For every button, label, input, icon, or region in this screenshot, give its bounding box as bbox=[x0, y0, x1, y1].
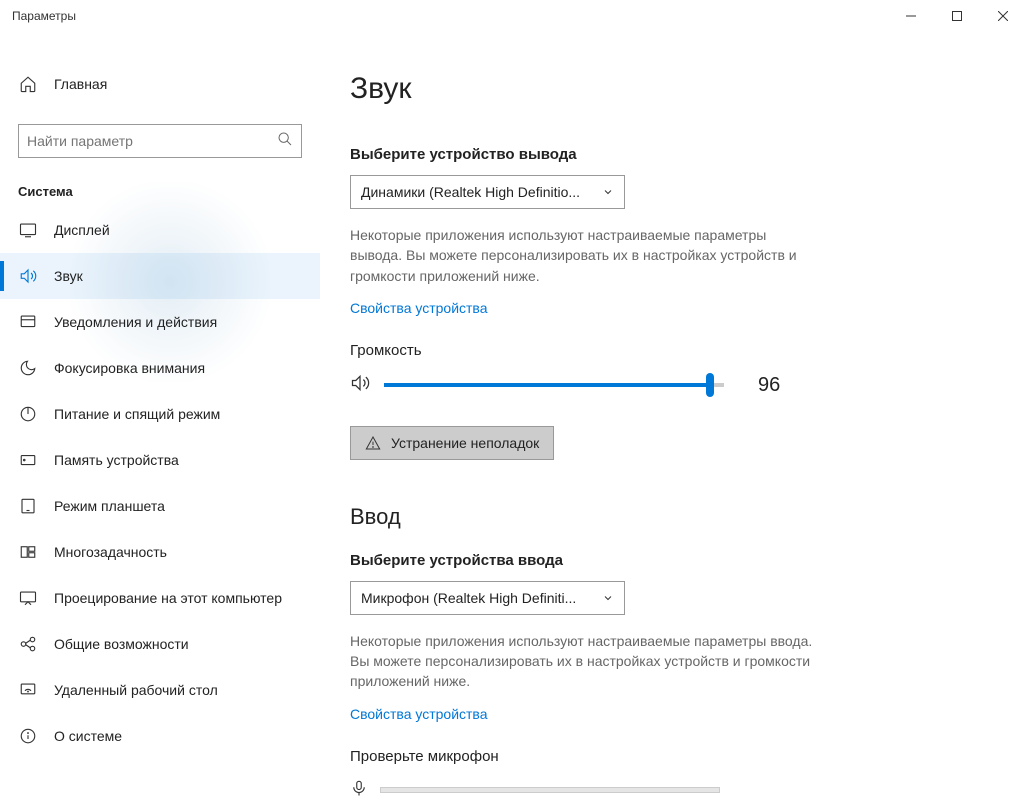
sidebar-item-notifications[interactable]: Уведомления и действия bbox=[0, 299, 320, 345]
sidebar-item-shared[interactable]: Общие возможности bbox=[0, 621, 320, 667]
search-box[interactable] bbox=[18, 124, 302, 158]
output-device-dropdown[interactable]: Динамики (Realtek High Definitio... bbox=[350, 175, 625, 209]
sidebar-item-label: Уведомления и действия bbox=[54, 314, 217, 330]
main-panel: Звук Выберите устройство вывода Динамики… bbox=[320, 32, 1026, 801]
maximize-button[interactable] bbox=[934, 0, 980, 32]
sidebar-item-label: О системе bbox=[54, 728, 122, 744]
sidebar-item-label: Звук bbox=[54, 268, 83, 284]
sidebar-item-label: Многозадачность bbox=[54, 544, 167, 560]
projecting-icon bbox=[18, 588, 38, 608]
sidebar-item-label: Проецирование на этот компьютер bbox=[54, 590, 282, 606]
search-icon bbox=[277, 131, 293, 152]
search-input[interactable] bbox=[27, 133, 277, 149]
sidebar-item-focus[interactable]: Фокусировка внимания bbox=[0, 345, 320, 391]
sidebar-item-display[interactable]: Дисплей bbox=[0, 207, 320, 253]
power-icon bbox=[18, 404, 38, 424]
sidebar-item-remote[interactable]: Удаленный рабочий стол bbox=[0, 667, 320, 713]
volume-row: 96 bbox=[350, 373, 986, 398]
output-device-value: Динамики (Realtek High Definitio... bbox=[361, 184, 602, 200]
sidebar-item-tablet[interactable]: Режим планшета bbox=[0, 483, 320, 529]
page-title: Звук bbox=[350, 72, 986, 106]
mic-test-label: Проверьте микрофон bbox=[350, 748, 986, 765]
troubleshoot-label: Устранение неполадок bbox=[391, 435, 539, 451]
volume-value: 96 bbox=[758, 374, 780, 397]
sidebar-item-label: Память устройства bbox=[54, 452, 179, 468]
notifications-icon bbox=[18, 312, 38, 332]
slider-thumb[interactable] bbox=[706, 373, 714, 397]
sound-icon bbox=[18, 266, 38, 286]
close-button[interactable] bbox=[980, 0, 1026, 32]
sidebar-item-storage[interactable]: Память устройства bbox=[0, 437, 320, 483]
input-help-text: Некоторые приложения используют настраив… bbox=[350, 631, 820, 692]
sidebar-item-multitask[interactable]: Многозадачность bbox=[0, 529, 320, 575]
output-device-properties-link[interactable]: Свойства устройства bbox=[350, 300, 488, 316]
sidebar-item-power[interactable]: Питание и спящий режим bbox=[0, 391, 320, 437]
sidebar-item-label: Дисплей bbox=[54, 222, 110, 238]
storage-icon bbox=[18, 450, 38, 470]
sidebar-section-title: Система bbox=[0, 168, 320, 207]
microphone-icon bbox=[350, 779, 368, 801]
volume-slider[interactable] bbox=[384, 383, 724, 387]
sidebar-item-label: Режим планшета bbox=[54, 498, 165, 514]
input-heading: Ввод bbox=[350, 504, 986, 530]
home-label: Главная bbox=[54, 76, 107, 92]
home-nav[interactable]: Главная bbox=[0, 62, 320, 106]
sidebar-item-label: Удаленный рабочий стол bbox=[54, 682, 218, 698]
sidebar-item-label: Общие возможности bbox=[54, 636, 189, 652]
focus-icon bbox=[18, 358, 38, 378]
sidebar-item-sound[interactable]: Звук bbox=[0, 253, 320, 299]
mic-level-bar bbox=[380, 787, 720, 793]
info-icon bbox=[18, 726, 38, 746]
sidebar-item-about[interactable]: О системе bbox=[0, 713, 320, 759]
tablet-icon bbox=[18, 496, 38, 516]
speaker-icon bbox=[350, 373, 370, 398]
input-device-value: Микрофон (Realtek High Definiti... bbox=[361, 590, 602, 606]
sidebar-item-label: Фокусировка внимания bbox=[54, 360, 205, 376]
input-device-label: Выберите устройства ввода bbox=[350, 552, 986, 569]
sidebar: Главная Система Дисплей Звук Уведомления… bbox=[0, 32, 320, 801]
remote-icon bbox=[18, 680, 38, 700]
troubleshoot-button[interactable]: Устранение неполадок bbox=[350, 426, 554, 460]
mic-test-row bbox=[350, 779, 986, 801]
sidebar-item-label: Питание и спящий режим bbox=[54, 406, 220, 422]
chevron-down-icon bbox=[602, 592, 614, 604]
output-help-text: Некоторые приложения используют настраив… bbox=[350, 225, 820, 286]
input-device-properties-link[interactable]: Свойства устройства bbox=[350, 706, 488, 722]
chevron-down-icon bbox=[602, 186, 614, 198]
output-device-label: Выберите устройство вывода bbox=[350, 146, 986, 163]
multitask-icon bbox=[18, 542, 38, 562]
shared-icon bbox=[18, 634, 38, 654]
home-icon bbox=[18, 74, 38, 94]
volume-label: Громкость bbox=[350, 342, 986, 359]
minimize-button[interactable] bbox=[888, 0, 934, 32]
slider-fill bbox=[384, 383, 710, 387]
warn-icon bbox=[365, 435, 381, 451]
input-device-dropdown[interactable]: Микрофон (Realtek High Definiti... bbox=[350, 581, 625, 615]
window-controls bbox=[888, 0, 1026, 32]
sidebar-item-projecting[interactable]: Проецирование на этот компьютер bbox=[0, 575, 320, 621]
titlebar: Параметры bbox=[0, 0, 1026, 32]
window-title: Параметры bbox=[12, 9, 888, 23]
display-icon bbox=[18, 220, 38, 240]
